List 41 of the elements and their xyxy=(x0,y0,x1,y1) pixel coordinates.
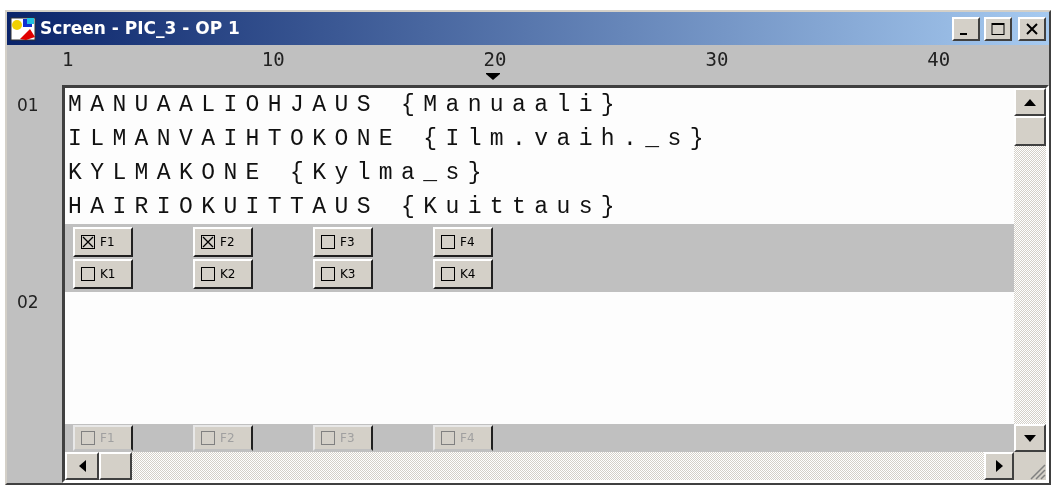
ruler-number: 10 xyxy=(261,46,284,72)
close-icon xyxy=(1025,22,1039,35)
close-button[interactable] xyxy=(1018,16,1046,41)
down-arrow-icon xyxy=(1024,434,1036,442)
toggle-button[interactable]: F1 xyxy=(73,227,133,257)
vertical-scrollbar[interactable] xyxy=(1014,88,1046,452)
up-arrow-icon xyxy=(1024,98,1036,106)
ruler-number: 1 xyxy=(62,46,75,72)
scroll-up-button[interactable] xyxy=(1014,88,1046,116)
app-icon xyxy=(10,16,36,41)
scroll-right-button[interactable] xyxy=(984,452,1014,480)
ruler-number: 20 xyxy=(483,46,506,72)
left-arrow-icon xyxy=(78,460,86,472)
scroll-down-button[interactable] xyxy=(1014,424,1046,452)
toggle-button[interactable]: F2 xyxy=(193,227,253,257)
text-line: HAIRIOKUITTAUS {Kuittaus} xyxy=(67,193,625,222)
toggle-button[interactable]: F4 xyxy=(433,227,493,257)
ruler-marker-icon xyxy=(485,73,500,80)
scroll-thumb[interactable] xyxy=(99,452,132,480)
ruler-number: 30 xyxy=(705,46,728,72)
toggle-button[interactable]: K4 xyxy=(433,259,493,289)
toggle-button[interactable]: F3 xyxy=(313,227,373,257)
scroll-thumb[interactable] xyxy=(1014,116,1046,146)
line-number: 01 xyxy=(17,95,40,117)
line-number: 02 xyxy=(17,292,40,312)
toggle-button[interactable]: K2 xyxy=(193,259,253,289)
toggle-button[interactable]: K3 xyxy=(313,259,373,289)
resize-grip-icon[interactable] xyxy=(1014,452,1046,480)
minimize-icon xyxy=(960,32,967,35)
maximize-icon xyxy=(990,21,1006,36)
text-line: ILMANVAIHTOKONE {Ilm.vaih._s} xyxy=(67,125,713,154)
maximize-button[interactable] xyxy=(984,16,1012,41)
window-title: Screen - PIC_3 - OP 1 xyxy=(40,16,240,40)
text-line: MANUAALIOHJAUS {Manuaali} xyxy=(67,91,625,120)
text-line: KYLMAKONE {Kylma_s} xyxy=(67,159,491,188)
toggle-button[interactable]: K1 xyxy=(73,259,133,289)
ruler-number: 40 xyxy=(927,46,950,72)
minimize-button[interactable] xyxy=(952,16,980,41)
scroll-left-button[interactable] xyxy=(65,452,99,480)
horizontal-scrollbar[interactable] xyxy=(65,452,1046,480)
right-arrow-icon xyxy=(995,460,1003,472)
